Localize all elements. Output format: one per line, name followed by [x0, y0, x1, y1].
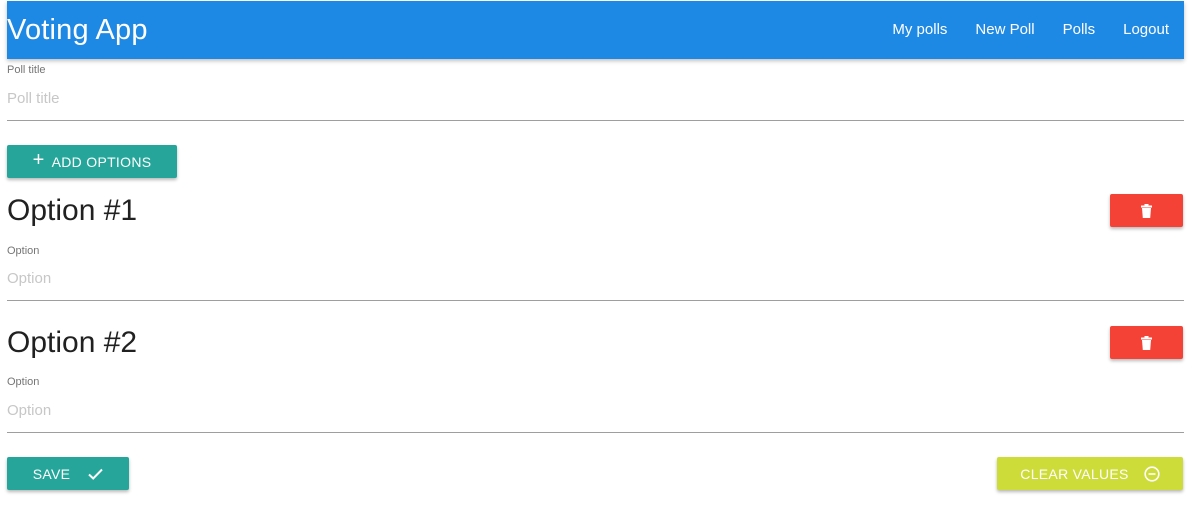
nav-links: My polls New Poll Polls Logout	[878, 1, 1184, 59]
add-options-label: ADD OPTIONS	[51, 153, 152, 170]
trash-icon	[1141, 203, 1152, 218]
save-label: SAVE	[32, 465, 71, 482]
option-2-input[interactable]	[7, 388, 1184, 433]
poll-title-input[interactable]	[7, 76, 1184, 121]
nav-link-my-polls[interactable]: My polls	[878, 1, 961, 59]
option-1-heading: Option #1	[7, 194, 138, 227]
option-2-heading: Option #2	[7, 326, 138, 359]
save-button[interactable]: SAVE	[7, 457, 129, 490]
option-2-label: Option	[7, 376, 40, 388]
add-options-button[interactable]: + ADD OPTIONS	[7, 145, 177, 178]
delete-option-2-button[interactable]	[1110, 326, 1183, 359]
trash-icon	[1141, 335, 1152, 350]
minus-circle-icon	[1144, 465, 1160, 482]
clear-values-button[interactable]: CLEAR VALUES	[997, 457, 1183, 490]
page: Voting App My polls New Poll Polls Logou…	[0, 0, 1200, 519]
option-1-field: Option	[7, 245, 1184, 301]
navbar: Voting App My polls New Poll Polls Logou…	[7, 1, 1184, 59]
nav-link-new-poll[interactable]: New Poll	[961, 1, 1048, 59]
brand-logo[interactable]: Voting App	[7, 1, 148, 59]
check-icon	[88, 468, 103, 480]
plus-icon: +	[32, 148, 45, 171]
poll-title-field: Poll title	[7, 64, 1184, 121]
option-2-field: Option	[7, 376, 1184, 433]
option-1-input[interactable]	[7, 257, 1184, 301]
clear-values-label: CLEAR VALUES	[1020, 465, 1129, 482]
option-1-label: Option	[7, 245, 40, 257]
poll-title-label: Poll title	[7, 64, 46, 76]
delete-option-1-button[interactable]	[1110, 194, 1183, 227]
nav-link-polls[interactable]: Polls	[1049, 1, 1110, 59]
nav-link-logout[interactable]: Logout	[1109, 1, 1183, 59]
